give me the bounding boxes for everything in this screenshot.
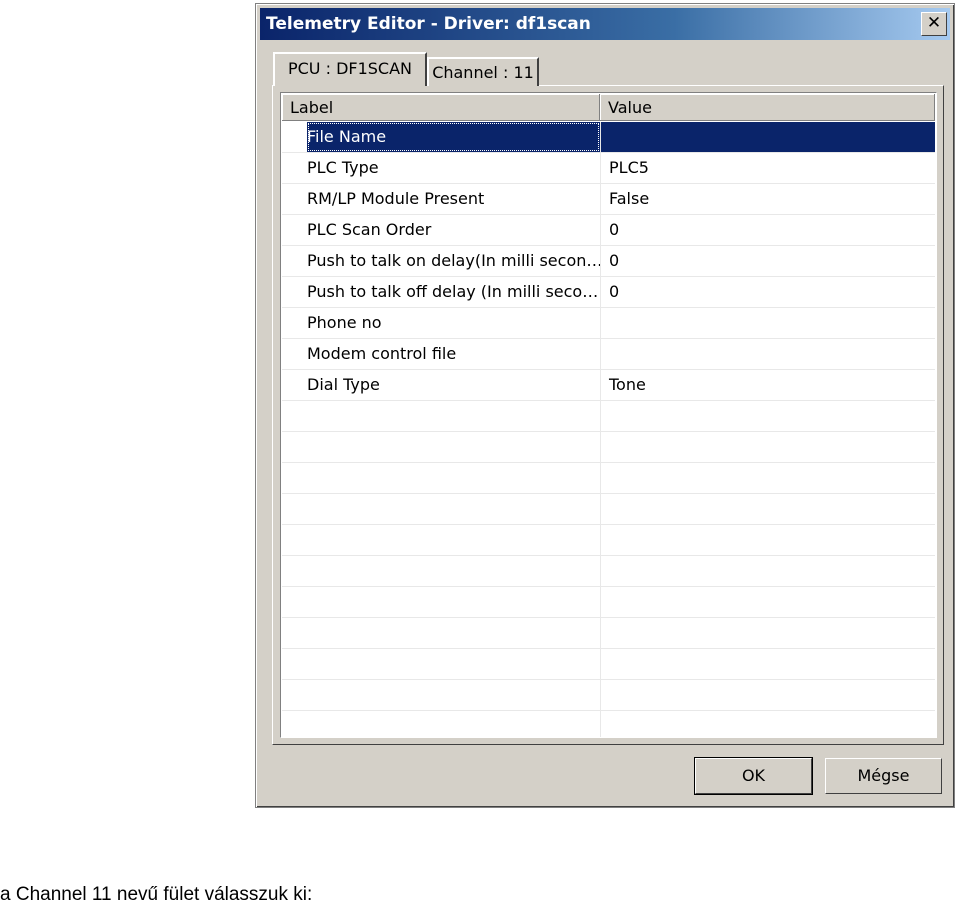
property-grid: Label Value File Name PLC Type PLC5 RM/LP M… — [280, 92, 937, 738]
row-value-cell[interactable] — [600, 401, 935, 431]
row-label-cell[interactable]: RM/LP Module Present — [307, 184, 600, 214]
row-value-cell[interactable]: Tone — [600, 370, 935, 400]
table-row[interactable] — [282, 618, 935, 649]
row-value-cell[interactable] — [600, 680, 935, 710]
row-label-cell[interactable] — [307, 711, 600, 737]
row-value-cell[interactable] — [600, 618, 935, 648]
row-label-cell[interactable] — [307, 587, 600, 617]
row-value-cell[interactable] — [600, 122, 935, 152]
table-row[interactable]: PLC Scan Order 0 — [282, 215, 935, 246]
row-value-cell[interactable] — [600, 587, 935, 617]
table-row[interactable] — [282, 432, 935, 463]
row-value-cell[interactable]: PLC5 — [600, 153, 935, 183]
row-label-cell[interactable] — [307, 680, 600, 710]
row-label-cell[interactable]: Phone no — [307, 308, 600, 338]
row-label-cell[interactable]: Push to talk off delay (In milli seco… — [307, 277, 600, 307]
table-row[interactable]: Phone no — [282, 308, 935, 339]
table-row[interactable]: PLC Type PLC5 — [282, 153, 935, 184]
row-label-cell[interactable] — [307, 401, 600, 431]
column-header-value[interactable]: Value — [600, 94, 935, 121]
row-label-cell[interactable] — [307, 649, 600, 679]
table-row[interactable]: Push to talk off delay (In milli seco… 0 — [282, 277, 935, 308]
table-row[interactable] — [282, 556, 935, 587]
row-value-cell[interactable] — [600, 308, 935, 338]
table-row[interactable] — [282, 525, 935, 556]
table-row[interactable]: File Name — [282, 122, 935, 153]
row-value-cell[interactable] — [600, 711, 935, 737]
ok-button[interactable]: OK — [694, 757, 813, 795]
row-value-cell[interactable]: False — [600, 184, 935, 214]
row-value-cell[interactable] — [600, 339, 935, 369]
title-bar: Telemetry Editor - Driver: df1scan ✕ — [260, 8, 950, 40]
row-value-cell[interactable]: 0 — [600, 215, 935, 245]
row-value-cell[interactable] — [600, 525, 935, 555]
table-row[interactable] — [282, 494, 935, 525]
row-label-cell[interactable]: Dial Type — [307, 370, 600, 400]
row-label-cell[interactable] — [307, 525, 600, 555]
table-row[interactable]: RM/LP Module Present False — [282, 184, 935, 215]
table-row[interactable]: Push to talk on delay(In milli secon… 0 — [282, 246, 935, 277]
row-value-cell[interactable]: 0 — [600, 246, 935, 276]
table-row[interactable] — [282, 649, 935, 680]
grid-header: Label Value — [282, 94, 935, 121]
table-row[interactable] — [282, 401, 935, 432]
close-button[interactable]: ✕ — [921, 12, 947, 36]
table-row[interactable] — [282, 711, 935, 737]
row-label-cell[interactable] — [307, 556, 600, 586]
grid-rows: File Name PLC Type PLC5 RM/LP Module Presen… — [282, 122, 935, 737]
row-value-cell[interactable] — [600, 463, 935, 493]
row-label-cell[interactable] — [307, 494, 600, 524]
row-label-cell[interactable] — [307, 432, 600, 462]
row-label-cell[interactable]: Modem control file — [307, 339, 600, 369]
column-header-label[interactable]: Label — [282, 94, 600, 121]
row-value-cell[interactable] — [600, 494, 935, 524]
telemetry-editor-dialog: Telemetry Editor - Driver: df1scan ✕ PCU… — [255, 3, 955, 808]
table-row[interactable]: Dial Type Tone — [282, 370, 935, 401]
row-label-cell[interactable] — [307, 618, 600, 648]
row-label-cell[interactable]: PLC Type — [307, 153, 600, 183]
table-row[interactable]: Modem control file — [282, 339, 935, 370]
close-icon: ✕ — [926, 13, 942, 33]
cancel-button[interactable]: Mégse — [825, 758, 942, 794]
row-value-cell[interactable] — [600, 649, 935, 679]
table-row[interactable] — [282, 463, 935, 494]
row-label-cell[interactable]: Push to talk on delay(In milli secon… — [307, 246, 600, 276]
tab-channel[interactable]: Channel : 11 — [427, 57, 539, 86]
row-label-cell[interactable]: File Name — [307, 122, 600, 152]
row-value-cell[interactable] — [600, 556, 935, 586]
window-title: Telemetry Editor - Driver: df1scan — [266, 14, 591, 34]
tab-panel: Label Value File Name PLC Type PLC5 RM/LP M… — [272, 85, 944, 745]
row-label-cell[interactable]: PLC Scan Order — [307, 215, 600, 245]
row-value-cell[interactable] — [600, 432, 935, 462]
row-value-cell[interactable]: 0 — [600, 277, 935, 307]
table-row[interactable] — [282, 587, 935, 618]
tab-pcu[interactable]: PCU : DF1SCAN — [273, 52, 427, 86]
table-row[interactable] — [282, 680, 935, 711]
caption-text: a Channel 11 nevű fület válasszuk ki: — [0, 884, 313, 905]
row-label-cell[interactable] — [307, 463, 600, 493]
